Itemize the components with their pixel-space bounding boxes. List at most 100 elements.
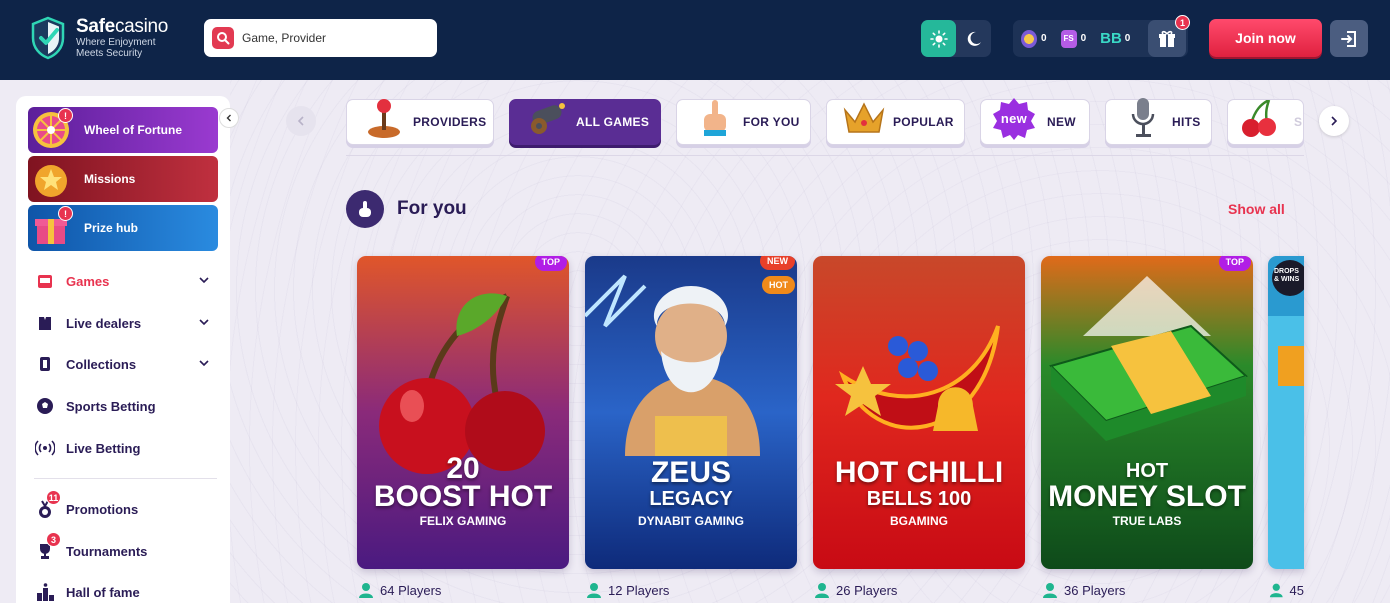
sidebar-item-tournaments[interactable]: Tournaments [34,536,214,566]
tab-partial[interactable]: S [1227,99,1304,145]
chevron-down-icon[interactable] [198,316,210,328]
sidebar-item-hall-of-fame[interactable]: Hall of fame [34,577,214,603]
bb-balance: BB 0 [1100,30,1130,47]
promo-wheel-of-fortune[interactable]: Wheel of Fortune [28,107,218,153]
cherries-icon [1234,100,1284,142]
players-count: 26 Players [814,582,897,598]
cards-icon [34,353,56,375]
podium-icon [34,581,56,603]
promotions-badge: 11 [46,490,61,505]
brand-tagline-2: Meets Security [76,48,143,59]
promo-label: Wheel of Fortune [84,123,182,137]
game-title-line1: HOT CHILLI [834,456,1004,489]
brand-logo[interactable]: Safecasino Where Enjoyment Meets Securit… [30,16,168,60]
user-icon [587,583,601,598]
tab-all-games[interactable]: ALL GAMES [509,99,661,145]
sidebar-item-label: Tournaments [66,543,148,559]
sidebar-item-label: Live dealers [66,315,142,331]
new-tag: NEW [760,256,795,270]
user-icon [815,583,829,598]
collapse-sidebar-button[interactable] [219,108,239,128]
tab-label: POPULAR [893,115,954,129]
sidebar-item-live-betting[interactable]: Live Betting [34,433,214,463]
joystick-icon [359,94,409,142]
free-spins-icon: FS [1060,29,1077,48]
crown-icon [839,94,889,142]
categories-prev-button[interactable] [286,106,316,136]
tab-label: S [1294,115,1303,129]
chevron-left-icon [297,116,304,126]
chevron-right-icon [1331,116,1338,126]
sidebar-item-sports-betting[interactable]: Sports Betting [34,391,214,421]
sidebar-item-collections[interactable]: Collections [34,349,214,379]
brand-name-bold: Safe [76,16,115,37]
tabs-divider [346,155,1304,156]
chevron-down-icon[interactable] [198,274,210,286]
pointing-hand-icon [346,190,384,228]
tab-hits[interactable]: HITS [1105,98,1212,145]
new-badge-text: new [1001,111,1028,126]
game-card-hot-money-slot[interactable]: HOT MONEY SLOT TRUE LABS TOP [1041,256,1253,569]
search-box[interactable]: Game, Provider [204,19,437,57]
gift-icon [1159,30,1175,47]
players-count: 64 Players [358,582,441,598]
show-all-link[interactable]: Show all [1228,201,1285,217]
sidebar-item-label: Sports Betting [66,398,156,414]
categories-next-button[interactable] [1319,106,1349,136]
brand-tagline-1: Where Enjoyment [76,37,156,48]
sidebar-item-promotions[interactable]: Promotions [34,494,214,524]
game-card-hot-chilli-bells[interactable]: HOT CHILLI BELLS 100 BGAMING [813,256,1025,569]
chevron-down-icon[interactable] [198,357,210,369]
game-card-partial[interactable]: DROPS & WINS [1268,256,1304,569]
game-provider: DYNABIT GAMING [638,514,744,528]
tab-providers[interactable]: PROVIDERS [346,99,494,145]
slot-machine-icon [34,270,56,292]
search-input[interactable]: Game, Provider [242,31,326,45]
bonus-balance-icon: BB [1100,30,1122,47]
section-title: For you [397,198,467,219]
players-count: 45 [1269,582,1304,598]
sidebar-item-games[interactable]: Games [34,266,214,296]
promo-missions[interactable]: Missions [28,156,218,202]
fs-balance-value: 0 [1080,33,1087,44]
soccer-ball-icon [34,395,56,417]
cannon-icon [522,94,572,142]
tab-new[interactable]: new NEW [980,98,1090,145]
login-icon [1341,30,1356,47]
fs-label: FS [1063,34,1074,43]
sidebar-item-live-dealers[interactable]: Live dealers [34,308,214,338]
search-icon[interactable] [212,27,234,49]
tab-for-you[interactable]: FOR YOU [676,99,811,145]
gift-badge: 1 [1175,15,1190,30]
game-card-20-boost-hot[interactable]: 20 BOOST HOT FELIX GAMING TOP [357,256,569,569]
hot-tag: HOT [762,276,795,294]
tab-popular[interactable]: POPULAR [826,99,965,145]
game-title-line2: BOOST HOT [373,480,553,513]
join-now-button[interactable]: Join now [1209,19,1322,57]
game-title-line2: MONEY SLOT [1048,480,1246,513]
brand-name-light: casino [114,16,169,37]
game-provider: TRUE LABS [1112,514,1182,528]
coin-balance: 0 [1021,29,1047,48]
moon-icon[interactable] [956,20,991,57]
coin-icon [1021,29,1037,48]
wheel-badge: ! [58,108,73,123]
sidebar-item-label: Hall of fame [66,584,140,600]
players-text: 45 [1289,582,1304,598]
game-provider: BGAMING [890,514,948,528]
new-badge-icon: new [989,94,1039,142]
promo-prize-hub[interactable]: Prize hub [28,205,218,251]
user-icon [1043,583,1057,598]
sun-icon[interactable] [921,20,956,57]
sidebar-divider [34,478,217,479]
chevron-left-icon [226,114,231,122]
login-button[interactable] [1330,20,1368,57]
tab-label: NEW [1047,115,1076,129]
shield-logo-icon [31,16,65,60]
tab-label: PROVIDERS [413,115,487,129]
theme-toggle[interactable] [921,20,991,57]
sidebar-item-label: Promotions [66,501,139,517]
game-card-zeus-legacy[interactable]: ZEUS LEGACY DYNABIT GAMING NEW HOT [585,256,797,569]
players-count: 12 Players [586,582,669,598]
pointing-hand-icon [689,94,739,142]
